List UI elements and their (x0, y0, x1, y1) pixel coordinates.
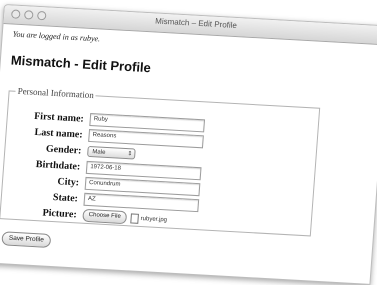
file-icon (130, 212, 140, 224)
select-arrows-icon: ⇕ (127, 151, 133, 158)
selected-filename: rubyer.jpg (140, 215, 168, 223)
gender-selected-value: Male (92, 148, 106, 156)
city-label: City: (57, 176, 80, 189)
last-name-label: Last name: (34, 126, 83, 141)
browser-window: Mismatch – Edit Profile You are logged i… (0, 4, 377, 285)
choose-file-button[interactable]: Choose File (82, 208, 128, 225)
stage: Mismatch – Edit Profile You are logged i… (0, 0, 377, 285)
save-profile-button[interactable]: Save Profile (1, 231, 52, 248)
gender-label: Gender: (45, 143, 82, 157)
fieldset-legend: Personal Information (17, 85, 95, 101)
birthdate-label: Birthdate: (35, 159, 81, 173)
personal-info-fieldset: Personal Information First name: Ruby La… (0, 85, 321, 237)
gender-select[interactable]: Male ⇕ (87, 145, 136, 160)
page-content: You are logged in as rubye. Mismatch - E… (0, 28, 377, 284)
page-title: Mismatch - Edit Profile (10, 52, 152, 76)
state-label: State: (52, 192, 79, 205)
first-name-label: First name: (33, 110, 85, 125)
picture-label: Picture: (42, 207, 78, 221)
